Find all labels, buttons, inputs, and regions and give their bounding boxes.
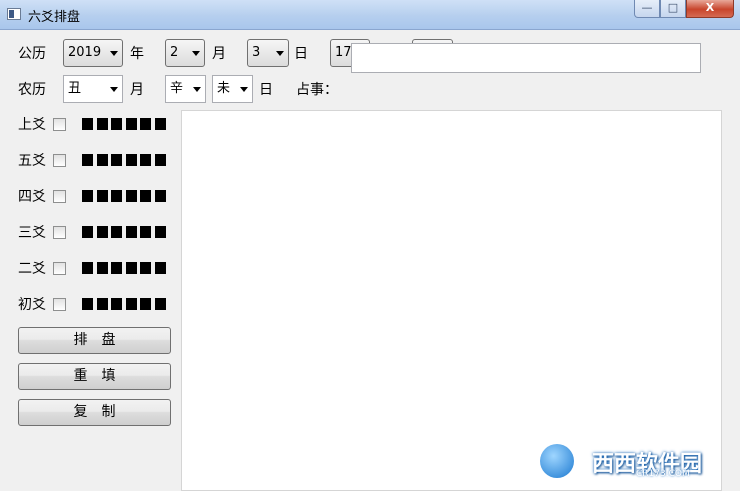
yao-line-bar[interactable] bbox=[82, 226, 169, 240]
yao-row-second: 二爻 bbox=[0, 259, 180, 279]
day-branch-value: 未 bbox=[217, 81, 231, 96]
watermark-icon bbox=[540, 444, 574, 478]
app-icon bbox=[7, 8, 21, 20]
lunar-month-label: 月 bbox=[130, 82, 144, 98]
title-bar: 六爻排盘 — □ X bbox=[0, 0, 740, 30]
moving-line-checkbox[interactable] bbox=[53, 190, 66, 203]
divination-label: 占事： bbox=[296, 82, 338, 98]
yao-row-fifth: 五爻 bbox=[0, 151, 180, 171]
yao-line-bar[interactable] bbox=[82, 190, 169, 204]
month-value: 2 bbox=[170, 45, 179, 60]
moving-line-checkbox[interactable] bbox=[53, 262, 66, 275]
yao-line-bar[interactable] bbox=[82, 154, 169, 168]
yao-label: 五爻 bbox=[18, 153, 46, 169]
chevron-down-icon bbox=[276, 51, 284, 56]
result-output-panel[interactable] bbox=[181, 110, 722, 491]
maximize-button[interactable]: □ bbox=[660, 0, 686, 18]
close-button[interactable]: X bbox=[686, 0, 734, 18]
moving-line-checkbox[interactable] bbox=[53, 298, 66, 311]
arrange-button[interactable]: 排 盘 bbox=[18, 327, 171, 354]
moving-line-checkbox[interactable] bbox=[53, 118, 66, 131]
year-value: 2019 bbox=[68, 45, 102, 60]
day-stem-value: 辛 bbox=[170, 81, 184, 96]
day-value: 3 bbox=[252, 45, 261, 60]
lunar-label: 农历 bbox=[18, 82, 46, 98]
watermark-logo: 西西软件园 CR173.COM bbox=[540, 442, 722, 482]
chevron-down-icon bbox=[193, 87, 201, 92]
lunar-month-value: 丑 bbox=[68, 81, 82, 96]
chevron-down-icon bbox=[192, 51, 200, 56]
yao-line-bar[interactable] bbox=[82, 262, 169, 276]
yao-label: 上爻 bbox=[18, 117, 46, 133]
yao-label: 二爻 bbox=[18, 261, 46, 277]
moving-line-checkbox[interactable] bbox=[53, 226, 66, 239]
yao-row-fourth: 四爻 bbox=[0, 187, 180, 207]
lunar-day-label: 日 bbox=[259, 82, 273, 98]
divination-input[interactable] bbox=[351, 43, 701, 73]
yao-label: 三爻 bbox=[18, 225, 46, 241]
month-select[interactable]: 2 bbox=[165, 39, 205, 67]
year-select[interactable]: 2019 bbox=[63, 39, 123, 67]
solar-label: 公历 bbox=[18, 46, 46, 62]
hour-value: 17 bbox=[335, 45, 352, 60]
chevron-down-icon bbox=[240, 87, 248, 92]
minimize-button[interactable]: — bbox=[634, 0, 660, 18]
year-label: 年 bbox=[130, 46, 144, 62]
chevron-down-icon bbox=[110, 87, 118, 92]
watermark-subtext: CR173.COM bbox=[636, 469, 690, 479]
yao-row-third: 三爻 bbox=[0, 223, 180, 243]
yao-label: 四爻 bbox=[18, 189, 46, 205]
copy-button[interactable]: 复 制 bbox=[18, 399, 171, 426]
yao-label: 初爻 bbox=[18, 297, 46, 313]
yao-row-first: 初爻 bbox=[0, 295, 180, 315]
yao-line-bar[interactable] bbox=[82, 298, 169, 312]
day-select[interactable]: 3 bbox=[247, 39, 289, 67]
day-branch-select[interactable]: 未 bbox=[212, 75, 253, 103]
yao-line-bar[interactable] bbox=[82, 118, 169, 132]
yao-row-top: 上爻 bbox=[0, 115, 180, 135]
reset-button[interactable]: 重 填 bbox=[18, 363, 171, 390]
window-title: 六爻排盘 bbox=[28, 10, 81, 25]
month-label: 月 bbox=[212, 46, 226, 62]
moving-line-checkbox[interactable] bbox=[53, 154, 66, 167]
day-label: 日 bbox=[294, 46, 308, 62]
chevron-down-icon bbox=[110, 51, 118, 56]
day-stem-select[interactable]: 辛 bbox=[165, 75, 206, 103]
lunar-month-select[interactable]: 丑 bbox=[63, 75, 123, 103]
